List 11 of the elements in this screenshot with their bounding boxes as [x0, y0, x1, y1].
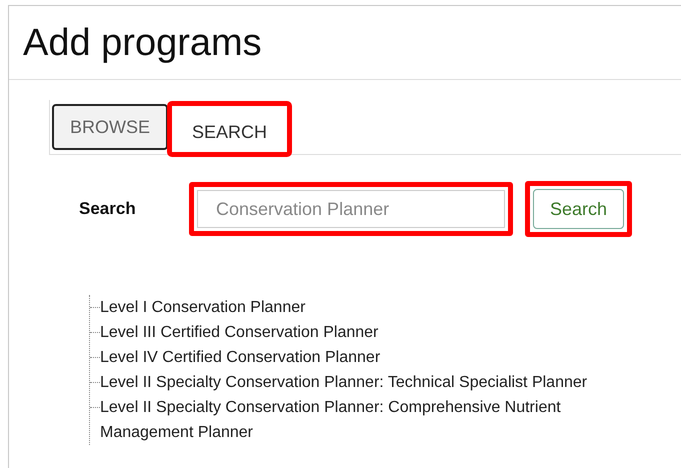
search-field[interactable]: Conservation Planner — [197, 190, 505, 228]
tree-item[interactable]: Level I Conservation Planner — [100, 295, 306, 320]
search-button[interactable]: Search — [533, 189, 624, 229]
search-label: Search — [79, 199, 137, 219]
page-title: Add programs — [9, 6, 681, 80]
tree-item[interactable]: Level IV Certified Conservation Planner — [100, 345, 380, 370]
tab[interactable]: BROWSE — [52, 104, 168, 150]
tree-item[interactable]: Level II Specialty Conservation Planner: Comprehensive Nutrient Management Planner — [100, 395, 640, 445]
tab[interactable]: SEARCH — [170, 104, 290, 154]
tree-item[interactable]: Level II Specialty Conservation Planner: Technical Specialist Planner — [100, 370, 588, 395]
tree-item[interactable]: Level III Certified Conservation Planner — [100, 320, 378, 345]
